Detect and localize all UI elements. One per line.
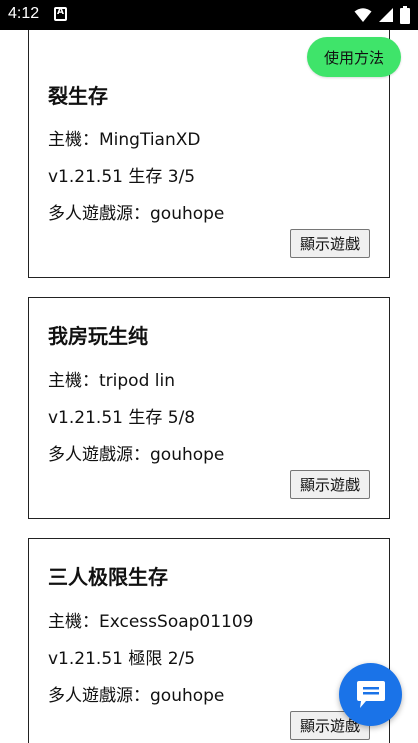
status-time: 4:12: [8, 5, 40, 22]
room-list[interactable]: 裂生存 主機：MingTianXD v1.21.51 生存 3/5 多人遊戲源：…: [0, 30, 418, 743]
room-title: 裂生存: [48, 84, 108, 108]
room-title: 三人极限生存: [48, 565, 168, 589]
show-game-button[interactable]: 顯示遊戲: [290, 470, 370, 499]
signal-icon: [379, 8, 393, 22]
battery-icon: [400, 6, 410, 24]
room-version: v1.21.51 生存 3/5: [48, 167, 196, 187]
room-host: 主機：tripod lin: [48, 371, 175, 391]
room-source: 多人遊戲源：gouhope: [48, 445, 225, 465]
status-bar: 4:12: [0, 0, 418, 30]
chat-button[interactable]: [339, 663, 402, 726]
status-icons: [354, 6, 410, 24]
notification-icon: [54, 7, 67, 21]
help-button[interactable]: 使用方法: [307, 37, 401, 77]
wifi-icon: [354, 8, 372, 22]
room-source: 多人遊戲源：gouhope: [48, 686, 225, 706]
room-version: v1.21.51 生存 5/8: [48, 408, 196, 428]
room-title: 我房玩生纯: [48, 324, 148, 348]
room-source: 多人遊戲源：gouhope: [48, 204, 225, 224]
room-host: 主機：MingTianXD: [48, 130, 201, 150]
chat-icon: [356, 680, 385, 708]
room-version: v1.21.51 極限 2/5: [48, 649, 196, 669]
room-host: 主機：ExcessSoap01109: [48, 612, 254, 632]
show-game-button[interactable]: 顯示遊戲: [290, 229, 370, 258]
room-card: 三人极限生存 主機：ExcessSoap01109 v1.21.51 極限 2/…: [28, 538, 390, 743]
room-card: 我房玩生纯 主機：tripod lin v1.21.51 生存 5/8 多人遊戲…: [28, 297, 390, 519]
